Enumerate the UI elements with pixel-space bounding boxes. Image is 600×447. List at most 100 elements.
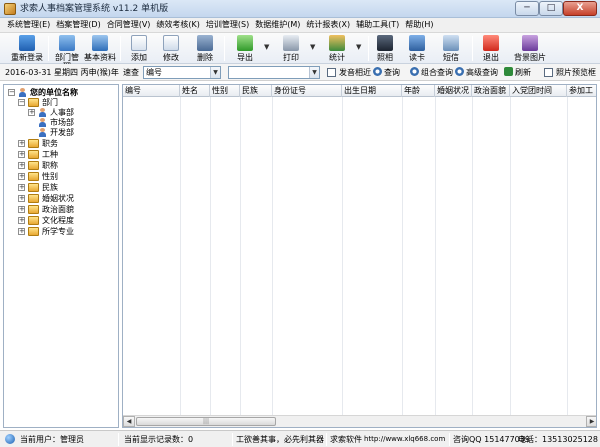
expand-icon[interactable]: + [18,217,25,224]
photo-preview-checkbox[interactable] [544,68,553,77]
advanced-query-button[interactable]: 高级查询 [455,67,498,78]
horizontal-scrollbar[interactable]: ◀ ||| ▶ [123,415,596,427]
scroll-right-icon[interactable]: ▶ [586,416,596,427]
stats-button[interactable]: 统计 [326,34,348,63]
tree-node-marital[interactable]: + 婚姻状况 [18,194,114,204]
export-button[interactable]: 导出 [234,34,256,63]
scroll-left-icon[interactable]: ◀ [123,416,135,427]
toolbar-separator [368,36,369,61]
grid-line [272,97,273,416]
expand-icon[interactable]: + [28,109,35,116]
column-header[interactable]: 年龄 [402,85,435,97]
menu-bar: 系统管理(E) 档案管理(D) 合同管理(V) 绩效考核(K) 培训管理(S) … [0,18,600,33]
search-value-select[interactable]: ▼ [228,66,320,79]
current-user: 当前用户：管理员 [20,435,84,444]
tree-node-label: 民族 [42,183,58,192]
search-field-select[interactable]: 编号 ▼ [143,66,221,79]
photo-button[interactable]: 照相 [374,34,396,63]
tree-node-label: 部门 [42,98,58,107]
grid-line [210,97,211,416]
query-button[interactable]: 查询 [373,67,400,78]
column-header[interactable]: 婚姻状况 [435,85,472,97]
column-header[interactable]: 参加工 [567,85,596,97]
expand-icon[interactable]: + [18,206,25,213]
collapse-icon[interactable]: − [8,89,15,96]
tree-node-label: 婚姻状况 [42,194,74,203]
combo-query-button[interactable]: 组合查询 [410,67,453,78]
menu-tools[interactable]: 辅助工具(T) [353,18,402,32]
column-header[interactable]: 性别 [210,85,240,97]
vendor-url[interactable]: http://www.xlq668.com [364,434,445,445]
grid-line [180,97,181,416]
menu-reports[interactable]: 统计报表(X) [303,18,353,32]
tree-node-label: 市场部 [50,118,74,127]
tree-node-hr[interactable]: + 人事部 [28,108,114,118]
tree-node-position[interactable]: + 职务 [18,139,114,149]
column-header[interactable]: 身份证号 [272,85,342,97]
tree-node-education[interactable]: + 文化程度 [18,216,114,226]
tree-node-title[interactable]: + 职称 [18,161,114,171]
column-header[interactable]: 编号 [123,85,180,97]
menu-maintenance[interactable]: 数据维护(M) [252,18,303,32]
status-separator [449,433,450,446]
folder-icon [28,98,39,107]
tree-node-major[interactable]: + 所学专业 [18,227,114,237]
add-button[interactable]: 添加 [128,34,150,63]
tree-node-development[interactable]: 开发部 [38,128,114,138]
column-header[interactable]: 出生日期 [342,85,402,97]
refresh-button[interactable]: 刷新 [504,67,531,78]
dept-manage-button[interactable]: 部门管理 [52,34,82,71]
column-header[interactable]: 政治面貌 [472,85,510,97]
minimize-button[interactable]: ─ [515,1,539,16]
print-dropdown-icon[interactable]: ▼ [310,43,315,51]
print-button[interactable]: 打印 [280,34,302,63]
expand-icon[interactable]: + [18,195,25,202]
expand-icon[interactable]: + [18,173,25,180]
tree-node-marketing[interactable]: 市场部 [38,118,114,128]
basic-info-button[interactable]: 基本资料 [84,34,116,63]
print-label: 打印 [283,53,299,62]
expand-icon[interactable]: + [18,162,25,169]
status-slogan: 工欲善其事，必先利其器 [236,435,324,444]
employee-grid[interactable]: 编号 姓名 性别 民族 身份证号 出生日期 年龄 婚姻状况 政治面貌 入党团时间… [122,84,597,428]
tree-node-job-type[interactable]: + 工种 [18,150,114,160]
edit-button[interactable]: 修改 [160,34,182,63]
vendor-name: 求索软件 [330,435,362,444]
tree-root[interactable]: − 您的单位名称 [8,88,116,98]
menu-training[interactable]: 培训管理(S) [203,18,252,32]
menu-performance[interactable]: 绩效考核(K) [153,18,203,32]
column-header[interactable]: 入党团时间 [510,85,567,97]
export-dropdown-icon[interactable]: ▼ [264,43,269,51]
background-image-button[interactable]: 背景图片 [512,34,548,63]
menu-system[interactable]: 系统管理(E) [4,18,53,32]
close-button[interactable]: X [563,1,597,16]
expand-icon[interactable]: + [18,140,25,147]
tree-node-department[interactable]: − 部门 [18,98,114,108]
tree-node-ethnicity[interactable]: + 民族 [18,183,114,193]
export-label: 导出 [237,53,253,62]
chevron-down-icon[interactable]: ▼ [210,67,220,78]
person-icon [38,118,47,128]
fuzzy-sound-checkbox[interactable] [327,68,336,77]
stats-dropdown-icon[interactable]: ▼ [356,43,361,51]
menu-contract[interactable]: 合同管理(V) [104,18,154,32]
maximize-button[interactable]: □ [539,1,563,16]
exit-button[interactable]: 退出 [480,34,502,63]
scrollbar-thumb[interactable]: ||| [136,417,276,426]
search-bar: 2016-03-31 星期四 丙申(猴)年 速查 编号 ▼ ▼ 发音相近 查询 … [0,64,600,81]
delete-button[interactable]: 删除 [194,34,216,63]
menu-help[interactable]: 帮助(H) [402,18,436,32]
expand-icon[interactable]: + [18,228,25,235]
chevron-down-icon[interactable]: ▼ [309,67,319,78]
column-header[interactable]: 民族 [240,85,272,97]
expand-icon[interactable]: + [18,151,25,158]
expand-icon[interactable]: + [18,184,25,191]
menu-archive[interactable]: 档案管理(D) [53,18,103,32]
relogin-button[interactable]: 重新登录 [8,34,46,63]
tree-node-political[interactable]: + 政治面貌 [18,205,114,215]
tree-node-gender[interactable]: + 性别 [18,172,114,182]
column-header[interactable]: 姓名 [180,85,210,97]
read-card-button[interactable]: 读卡 [406,34,428,63]
sms-button[interactable]: 短信 [440,34,462,63]
collapse-icon[interactable]: − [18,99,25,106]
